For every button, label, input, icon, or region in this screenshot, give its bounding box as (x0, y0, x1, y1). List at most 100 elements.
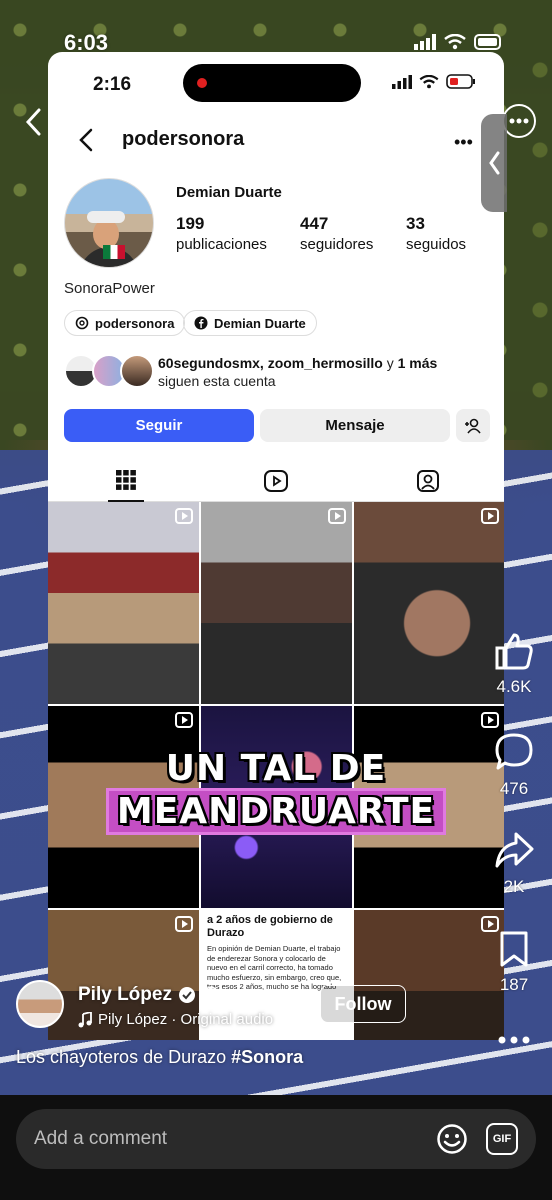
music-note-icon (78, 1011, 92, 1027)
recording-dot (197, 78, 207, 88)
emoji-icon (437, 1124, 467, 1154)
facebook-chip[interactable]: Demian Duarte (183, 310, 317, 336)
avatar-hat (87, 211, 125, 223)
tab-tagged[interactable] (352, 460, 504, 502)
save-action[interactable]: 187 (492, 930, 536, 995)
mutual-line2: siguen esta cuenta (158, 373, 276, 389)
mutual-followers[interactable]: 60segundosmx, zoom_hermosillo y 1 más si… (64, 354, 494, 390)
mutual-names: 60segundosmx, zoom_hermosillo (158, 355, 383, 371)
news-title: a 2 años de gobierno de Durazo (207, 914, 333, 939)
reel-icon (175, 508, 193, 524)
comment-count: 476 (499, 779, 529, 798)
stat-value: 33 (406, 214, 425, 233)
author-name: Pily López (78, 984, 172, 1005)
stat-following[interactable]: 33 seguidos (406, 214, 466, 253)
tab-grid[interactable] (108, 460, 144, 502)
audio-row[interactable]: Pily López · Original audio (78, 1011, 273, 1028)
dynamic-island (183, 64, 361, 102)
stat-value: 199 (176, 214, 205, 233)
stat-label: seguidos (406, 236, 467, 253)
bookmark-icon (500, 931, 528, 967)
comment-bar: Add a comment GIF (0, 1095, 552, 1200)
profile-avatar[interactable] (64, 178, 154, 268)
audio-label: Pily López · Original audio (98, 1011, 274, 1028)
caption-text: Los chayoteros de Durazo (16, 1047, 232, 1067)
reel-icon (328, 508, 346, 524)
signal-icon (414, 34, 436, 50)
profile-display-name: Demian Duarte (176, 184, 282, 201)
post-thumbnail[interactable] (201, 502, 352, 704)
ig-time: 2:16 (93, 74, 132, 95)
stat-followers[interactable]: 447 seguidores (300, 214, 373, 253)
like-count: 4.6K (496, 677, 532, 696)
post-thumbnail[interactable] (354, 502, 504, 704)
comment-placeholder: Add a comment (34, 1128, 168, 1149)
wifi-icon (419, 74, 439, 88)
more-options-button[interactable] (502, 104, 536, 138)
tiktok-status-icons (414, 34, 504, 50)
ig-back-button[interactable] (78, 128, 98, 152)
author-name-row[interactable]: Pily López (78, 984, 220, 1006)
stat-label: publicaciones (176, 236, 267, 253)
emoji-button[interactable] (436, 1123, 468, 1155)
stat-posts[interactable]: 199 publicaciones (176, 214, 267, 253)
mutual-avatar (120, 354, 154, 388)
threads-icon (75, 316, 89, 330)
suggested-users-button[interactable] (456, 409, 490, 442)
video-caption: Los chayoteros de Durazo #Sonora (16, 1047, 303, 1068)
share-action[interactable]: 2K (492, 830, 536, 897)
verified-icon (178, 987, 195, 1003)
profile-tabs (48, 460, 504, 502)
ig-status-icons (392, 74, 476, 89)
mutual-more: 1 más (397, 355, 438, 371)
ig-username: podersonora (122, 128, 245, 150)
wifi-icon (444, 34, 466, 50)
facebook-icon (194, 316, 208, 330)
reel-icon (175, 916, 193, 932)
follow-button[interactable]: Seguir (64, 409, 254, 442)
chip-label: podersonora (95, 315, 175, 331)
gif-button[interactable]: GIF (486, 1123, 518, 1155)
signal-icon (392, 74, 412, 89)
chevron-left-icon (79, 128, 93, 152)
like-action[interactable]: 4.6K (492, 632, 536, 697)
ig-profile-header: podersonora ••• (48, 118, 504, 162)
post-thumbnail[interactable] (48, 502, 199, 704)
thumbs-up-icon (495, 633, 533, 670)
reel-icon (481, 712, 499, 728)
ig-more-icon[interactable]: ••• (454, 132, 473, 153)
add-user-icon (465, 418, 481, 434)
share-count: 2K (503, 877, 525, 896)
comment-input[interactable]: Add a comment GIF (16, 1109, 536, 1169)
tagged-icon (417, 470, 439, 492)
stat-label: seguidores (300, 236, 374, 253)
threads-chip[interactable]: podersonora (64, 310, 186, 336)
overlay-line1: UN TAL DE (165, 748, 387, 789)
mutual-followers-text: 60segundosmx, zoom_hermosillo y 1 más si… (158, 354, 437, 390)
caption-hashtag[interactable]: #Sonora (231, 1047, 303, 1067)
more-action[interactable] (492, 1032, 536, 1050)
chevron-left-icon (25, 108, 41, 136)
side-panel-toggle[interactable] (481, 114, 507, 212)
battery-icon (474, 34, 501, 50)
chevron-left-icon (489, 151, 500, 175)
back-button[interactable] (18, 104, 48, 140)
comment-action[interactable]: 476 (492, 732, 536, 799)
reel-icon (175, 712, 193, 728)
reel-icon (481, 508, 499, 524)
overlay-line2: MEANDRUARTE (108, 791, 444, 832)
overlay-caption: UN TAL DE MEANDRUARTE (48, 748, 504, 832)
mexico-flag (103, 245, 125, 259)
battery-icon (446, 74, 475, 89)
tiktok-status-bar: 6:03 (0, 0, 552, 60)
share-icon (495, 832, 534, 868)
author-avatar[interactable] (16, 980, 64, 1028)
message-button[interactable]: Mensaje (260, 409, 450, 442)
follow-author-button[interactable]: Follow (320, 985, 406, 1023)
save-count: 187 (499, 975, 529, 994)
globe-icon (202, 986, 220, 1004)
ellipsis-icon (498, 1036, 530, 1044)
ig-status-bar: 2:16 (48, 52, 504, 114)
reels-icon (264, 470, 288, 492)
tab-reels[interactable] (200, 460, 352, 502)
